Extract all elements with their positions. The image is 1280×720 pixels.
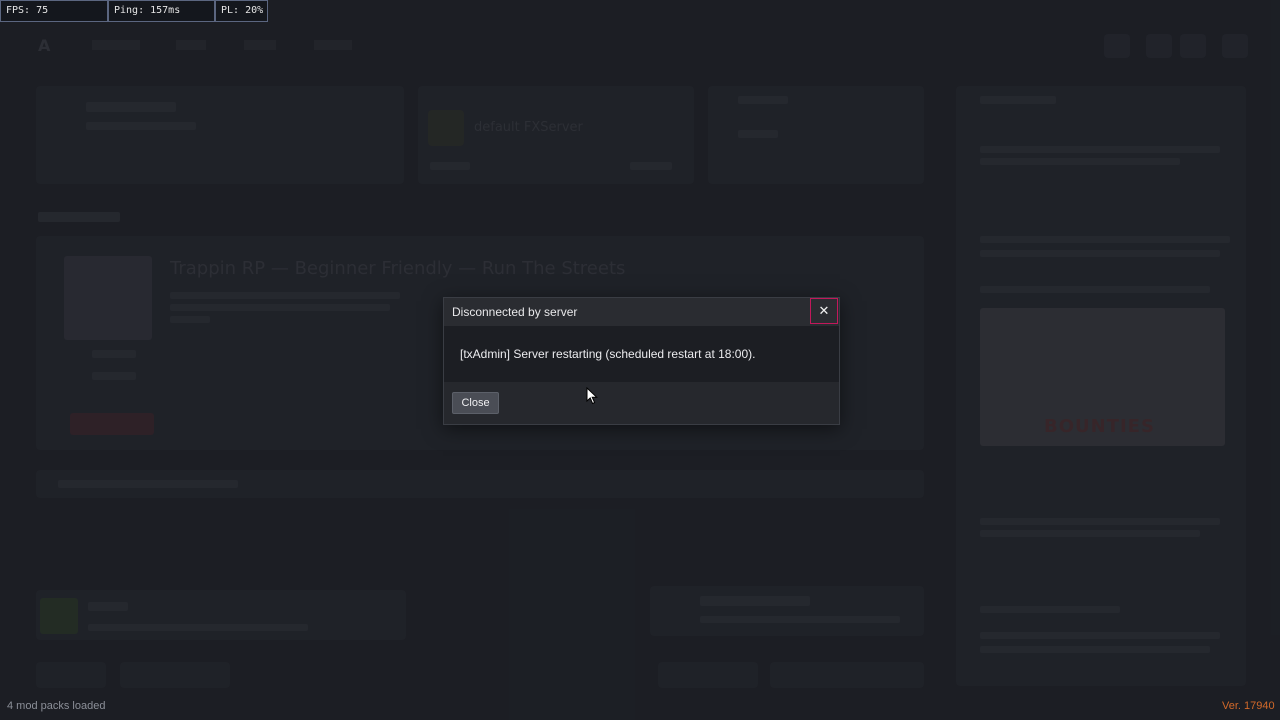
ping-counter: Ping: 157ms (108, 0, 215, 22)
performance-overlay: FPS: 75 Ping: 157ms PL: 20% (0, 0, 268, 22)
dialog-body: [txAdmin] Server restarting (scheduled r… (444, 326, 839, 382)
close-button[interactable]: Close (452, 392, 499, 414)
close-icon[interactable]: ✕ (810, 298, 838, 324)
dialog-title: Disconnected by server (452, 305, 578, 319)
disconnect-dialog: Disconnected by server ✕ [txAdmin] Serve… (443, 297, 840, 425)
game-screen: A default FXServer Trappin RP — Beginner… (0, 0, 1280, 720)
mouse-cursor-icon (586, 387, 598, 405)
mod-packs-status: 4 mod packs loaded (7, 700, 106, 712)
packet-loss-counter: PL: 20% (215, 0, 268, 22)
version-label: Ver. 17940 (1222, 700, 1275, 712)
dialog-header: Disconnected by server ✕ (444, 298, 839, 326)
disconnect-message: [txAdmin] Server restarting (scheduled r… (460, 347, 756, 361)
fps-counter: FPS: 75 (0, 0, 108, 22)
